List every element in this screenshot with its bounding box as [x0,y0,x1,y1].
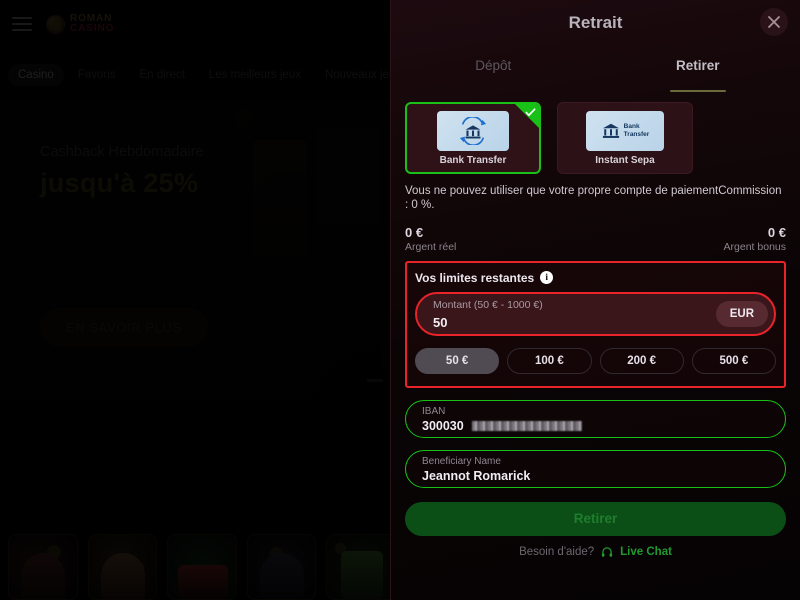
payment-method-label: Bank Transfer [439,154,507,166]
quick-amount-100[interactable]: 100 € [507,347,592,374]
balance-bonus-label: Argent bonus [723,240,786,253]
tile-caption-line-1: Bank [623,123,640,131]
iban-input-label: IBAN [422,405,446,417]
balance-real: 0 € Argent réel [405,225,456,253]
withdraw-panel: Retrait Dépôt Retirer Bank Transfer Bank… [390,0,800,600]
tile-caption-line-2: Transfer [623,130,650,138]
limits-heading-label: Vos limites restantes [415,270,535,285]
tab-retirer[interactable]: Retirer [596,50,800,88]
payment-methods: Bank Transfer Bank Transfer Instant Sepa [405,102,786,174]
beneficiary-name-label: Beneficiary Name [422,455,501,467]
quick-amount-500[interactable]: 500 € [691,347,776,374]
bank-arrows-glyph [459,116,487,145]
withdraw-submit-button[interactable]: Retirer [405,501,786,536]
panel-title: Retrait [568,13,623,32]
help-row: Besoin d'aide? Live Chat [405,546,786,558]
close-icon[interactable] [760,8,788,36]
screen: ROMAN CASINO Casino Favoris En direct Le… [0,0,800,600]
iban-input-value: 300030 [422,418,464,433]
balance-real-label: Argent réel [405,240,457,253]
amount-input-label: Montant (50 € - 1000 €) [433,298,543,311]
check-icon [525,108,536,117]
payment-method-instant-sepa[interactable]: Bank Transfer Instant Sepa [557,102,693,174]
payment-notice: Vous ne pouvez utiliser que votre propre… [405,185,782,212]
quick-amount-50[interactable]: 50 € [415,347,500,374]
limits-heading: Vos limites restantes i [415,271,776,285]
balance-real-value: 0 € [405,224,424,240]
headset-icon [602,547,613,557]
panel-tabs: Dépôt Retirer [391,50,800,88]
beneficiary-name-value: Jeannot Romarick [422,468,531,483]
balance-row: 0 € Argent réel 0 € Argent bonus [405,225,786,253]
amount-input-value: 50 [433,314,448,330]
bank-building-glyph [602,123,619,138]
panel-body: Bank Transfer Bank Transfer Instant Sepa… [391,88,800,558]
limits-section: Vos limites restantes i Montant (50 € - … [405,260,786,388]
quick-amount-200[interactable]: 200 € [599,347,684,374]
iban-redacted-overlay [472,420,582,431]
iban-input[interactable]: IBAN 300030 [405,399,786,438]
close-glyph [768,16,780,28]
panel-header: Retrait [391,0,800,50]
payment-method-bank-transfer[interactable]: Bank Transfer [405,102,541,174]
bank-transfer-icon: Bank Transfer [586,110,664,151]
help-question: Besoin d'aide? [519,545,595,558]
balance-bonus-value: 0 € [767,224,786,240]
quick-amount-buttons: 50 € 100 € 200 € 500 € [415,347,776,374]
bank-transfer-icon [437,110,509,151]
live-chat-link[interactable]: Live Chat [620,546,672,558]
balance-bonus: 0 € Argent bonus [724,225,786,253]
payment-method-label: Instant Sepa [595,154,655,166]
info-icon[interactable]: i [540,271,554,285]
beneficiary-name-input[interactable]: Beneficiary Name Jeannot Romarick [405,449,786,488]
amount-input[interactable]: Montant (50 € - 1000 €) 50 EUR [415,291,776,336]
tile-caption: Bank Transfer [624,123,650,138]
currency-badge[interactable]: EUR [715,300,768,327]
tab-depot[interactable]: Dépôt [391,50,596,88]
